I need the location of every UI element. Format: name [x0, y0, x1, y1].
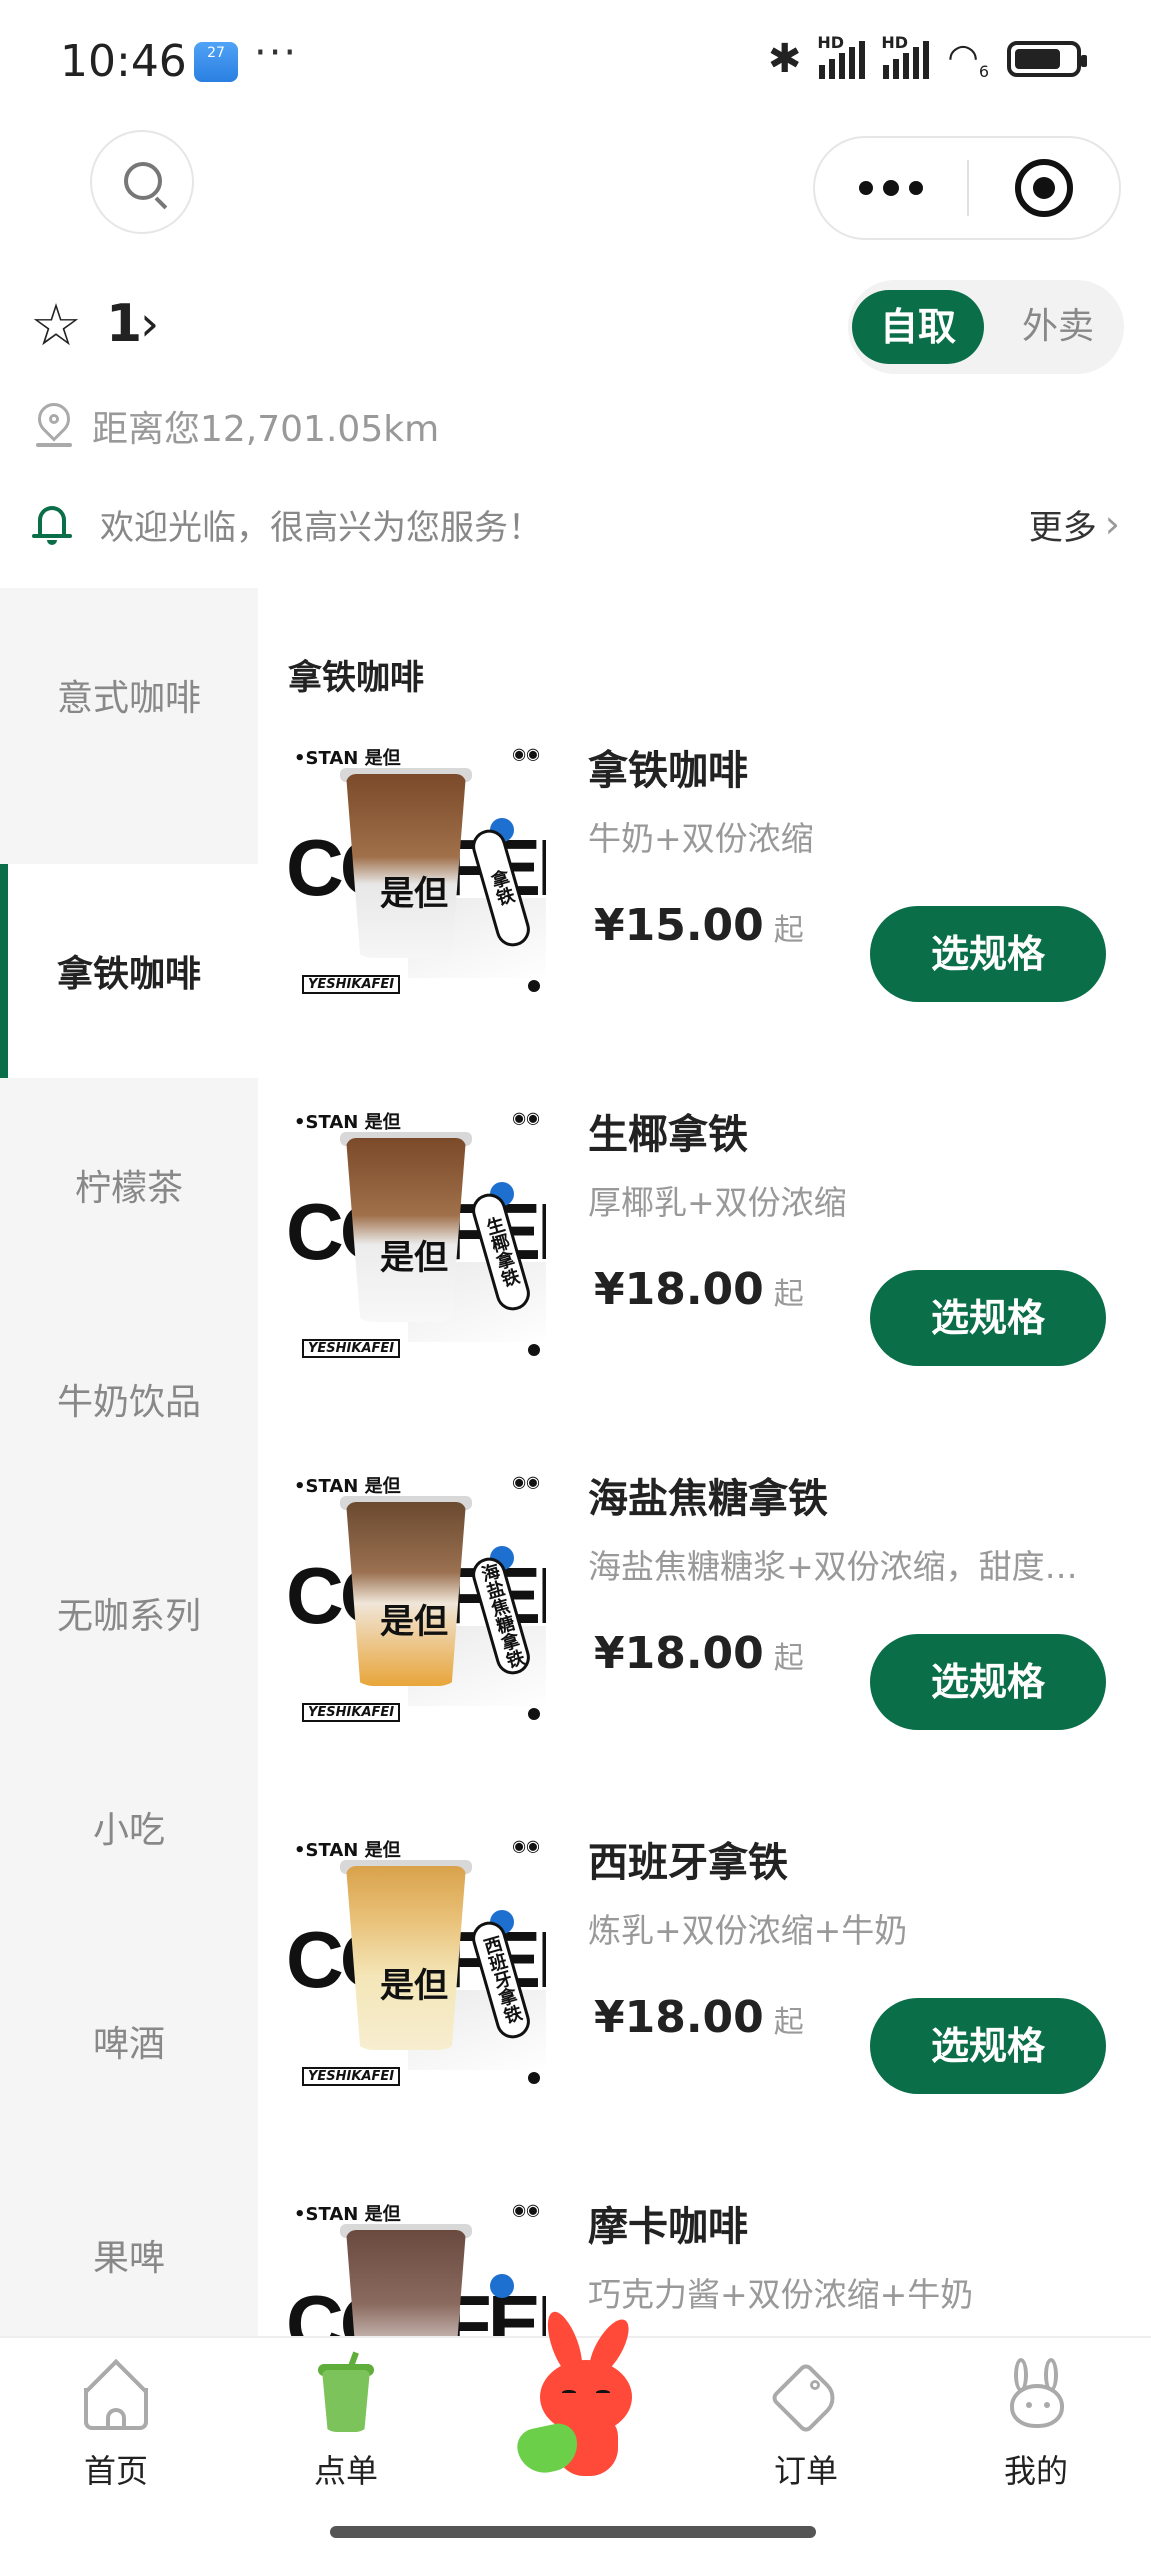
battery-icon [1007, 41, 1087, 77]
category-item[interactable]: 柠檬茶 [0, 1078, 258, 1292]
nav-label: 订单 [773, 2452, 838, 2490]
chevron-right-icon: › [1104, 502, 1120, 546]
product-image[interactable]: •STAN 是但 ◉◉ COFFEE 是但 西班牙拿铁 YESHIKAFEI [288, 1830, 546, 2090]
nav-label: 首页 [83, 2452, 148, 2490]
signal-icon-1: HD [817, 33, 866, 79]
product-description: 巧克力酱+双份浓缩+牛奶 [588, 2275, 974, 2314]
close-miniprogram-button[interactable] [969, 159, 1119, 217]
weather-app-icon: 27 [194, 42, 238, 82]
order-mode-toggle: 自取 外卖 [848, 280, 1124, 374]
product-description: 厚椰乳+双份浓缩 [588, 1183, 847, 1222]
pickup-tab[interactable]: 自取 [852, 290, 984, 364]
notice-text: 欢迎光临，很高兴为您服务！ [100, 507, 542, 548]
home-icon [80, 2358, 152, 2432]
category-item[interactable]: 果啤 [0, 2148, 258, 2362]
category-item[interactable]: 小吃 [0, 1720, 258, 1934]
store-name[interactable]: 1 [106, 294, 142, 354]
product-card[interactable]: •STAN 是但 ◉◉ COFFEE 是但 海盐焦糖拿铁 YESHIKAFEI … [258, 1466, 1151, 1830]
nav-order[interactable]: 点单 [266, 2338, 426, 2512]
product-image[interactable]: •STAN 是但 ◉◉ COFFEE 是但 拿铁 YESHIKAFEI [288, 738, 546, 998]
bluetooth-icon: ✱ [767, 36, 802, 82]
status-bar: 10:46 27 ··· ✱ HD HD ◠6 [0, 0, 1151, 130]
delivery-tab[interactable]: 外卖 [1008, 290, 1108, 364]
category-item-active[interactable]: 拿铁咖啡 [0, 864, 258, 1078]
nav-profile[interactable]: 我的 [956, 2338, 1116, 2512]
category-item[interactable]: 啤酒 [0, 1934, 258, 2148]
product-price: ¥18.00 起 [594, 1628, 804, 1679]
search-button[interactable] [90, 130, 194, 234]
status-indicators: ✱ HD HD ◠6 [767, 33, 1087, 82]
product-card[interactable]: •STAN 是但 ◉◉ COFFEE 是但 拿铁 YESHIKAFEI 拿铁咖啡… [258, 738, 1151, 1102]
product-image[interactable]: •STAN 是但 ◉◉ COFFEE 是但 海盐焦糖拿铁 YESHIKAFEI [288, 1466, 546, 1726]
signal-icon-2: HD [881, 33, 930, 79]
notice-more-link[interactable]: 更多 [1029, 500, 1097, 549]
select-spec-button[interactable]: 选规格 [870, 1270, 1106, 1366]
category-sidebar: 意式咖啡 拿铁咖啡 柠檬茶 牛奶饮品 无咖系列 小吃 啤酒 果啤 [0, 588, 258, 2338]
product-description: 炼乳+双份浓缩+牛奶 [588, 1911, 908, 1950]
home-indicator[interactable] [330, 2526, 816, 2538]
product-price: ¥18.00 起 [594, 1992, 804, 2043]
nav-orders[interactable]: 订单 [726, 2338, 886, 2512]
product-description: 海盐焦糖糖浆+双份浓缩，甜度… [588, 1547, 1078, 1586]
product-card[interactable]: •STAN 是但 ◉◉ COFFEE 摩卡咖啡 巧克力酱+双份浓缩+牛奶 [258, 2194, 1151, 2336]
search-icon [124, 162, 162, 200]
notice-bar[interactable]: 欢迎光临，很高兴为您服务！ 更多 › [30, 494, 1120, 554]
distance-text: 距离您12,701.05km [92, 409, 440, 450]
chevron-right-icon[interactable]: › [140, 296, 159, 352]
product-card[interactable]: •STAN 是但 ◉◉ COFFEE 是但 西班牙拿铁 YESHIKAFEI 西… [258, 1830, 1151, 2194]
product-name: 海盐焦糖拿铁 [588, 1476, 828, 1522]
product-card[interactable]: •STAN 是但 ◉◉ COFFEE 是但 生椰拿铁 YESHIKAFEI 生椰… [258, 1102, 1151, 1466]
wifi-icon: ◠6 [947, 36, 989, 82]
status-time: 10:46 [60, 36, 187, 87]
select-spec-button[interactable]: 选规格 [870, 906, 1106, 1002]
miniprogram-capsule [813, 136, 1121, 240]
select-spec-button[interactable]: 选规格 [870, 1998, 1106, 2094]
tag-icon [769, 2358, 843, 2435]
product-name: 拿铁咖啡 [588, 748, 748, 794]
drink-cup-icon [310, 2351, 382, 2432]
product-price: ¥18.00 起 [594, 1264, 804, 1315]
product-name: 摩卡咖啡 [588, 2204, 748, 2250]
distance-row: 距离您12,701.05km [31, 396, 440, 452]
category-item[interactable]: 意式咖啡 [0, 588, 258, 802]
category-item[interactable]: 牛奶饮品 [0, 1292, 258, 1506]
nav-home[interactable]: 首页 [36, 2338, 196, 2512]
target-icon [1015, 159, 1073, 217]
status-more-icon: ··· [254, 30, 299, 76]
product-name: 西班牙拿铁 [588, 1840, 788, 1886]
location-pin-icon [31, 396, 77, 449]
section-title: 拿铁咖啡 [288, 658, 424, 698]
mascot-icon[interactable] [500, 2307, 660, 2480]
nav-label: 点单 [313, 2452, 378, 2490]
favorite-star-icon[interactable]: ☆ [30, 296, 82, 354]
more-options-button[interactable] [815, 138, 967, 238]
select-spec-button[interactable]: 选规格 [870, 1634, 1106, 1730]
product-price: ¥15.00 起 [594, 900, 804, 951]
product-description: 牛奶+双份浓缩 [588, 819, 814, 858]
rabbit-icon [1000, 2358, 1072, 2432]
product-name: 生椰拿铁 [588, 1112, 748, 1158]
product-image[interactable]: •STAN 是但 ◉◉ COFFEE 是但 生椰拿铁 YESHIKAFEI [288, 1102, 546, 1362]
bell-icon [30, 502, 74, 546]
category-item[interactable]: 无咖系列 [0, 1506, 258, 1720]
nav-label: 我的 [1003, 2452, 1068, 2490]
